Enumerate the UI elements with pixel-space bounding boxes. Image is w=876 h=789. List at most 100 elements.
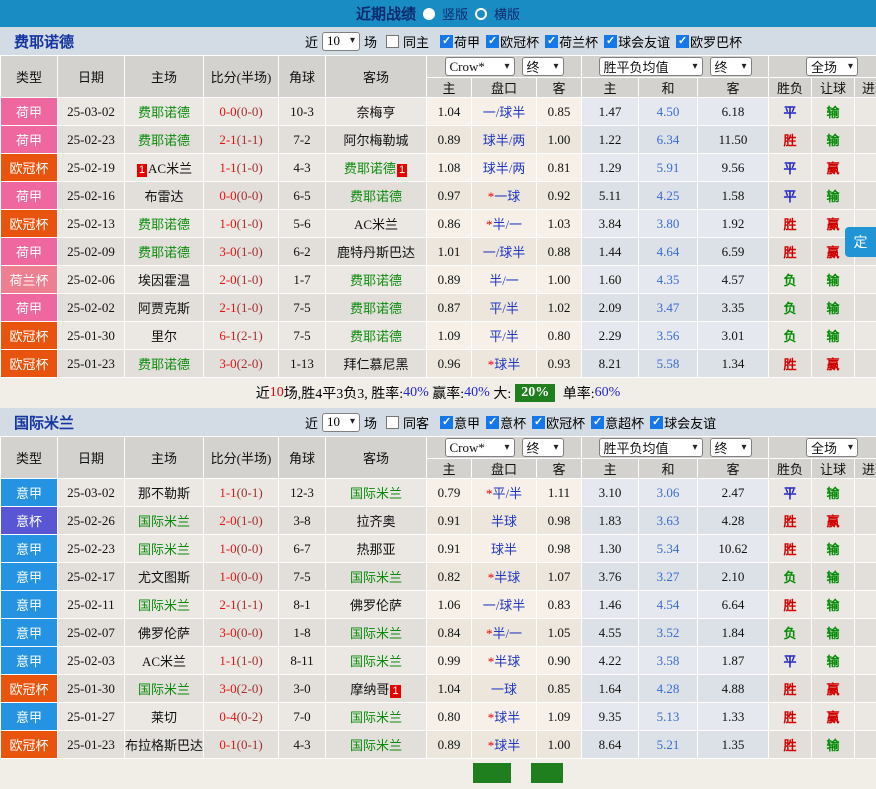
same-venue-filter[interactable]: 同主 bbox=[386, 32, 429, 51]
home-team-name[interactable]: AC米兰 bbox=[142, 654, 186, 669]
mean-type-select[interactable]: 胜平负均值▾ bbox=[599, 57, 703, 76]
home-team-name[interactable]: 尤文图斯 bbox=[138, 570, 190, 585]
league-filter[interactable]: ✓欧罗巴杯 bbox=[676, 32, 742, 51]
away-team-name[interactable]: 国际米兰 bbox=[350, 626, 402, 641]
league-checkbox[interactable]: ✓ bbox=[650, 416, 663, 429]
league-filter[interactable]: ✓意超杯 bbox=[591, 413, 644, 432]
away-team-name[interactable]: 热那亚 bbox=[356, 542, 395, 557]
scope-select[interactable]: 全场▾ bbox=[806, 57, 858, 76]
league-filter[interactable]: ✓意杯 bbox=[486, 413, 526, 432]
mean-home-cell: 1.47 bbox=[582, 98, 638, 125]
home-team-name[interactable]: 费耶诺德 bbox=[138, 357, 190, 372]
away-team-name[interactable]: 拜仁慕尼黑 bbox=[343, 357, 408, 372]
col-header: 主场 bbox=[125, 56, 203, 97]
scope-select[interactable]: 全场▾ bbox=[806, 438, 858, 457]
league-checkbox[interactable]: ✓ bbox=[486, 35, 499, 48]
league-checkbox[interactable]: ✓ bbox=[440, 35, 453, 48]
home-team-name[interactable]: 费耶诺德 bbox=[138, 105, 190, 120]
away-team-name[interactable]: 费耶诺德 bbox=[350, 329, 402, 344]
league-checkbox[interactable]: ✓ bbox=[676, 35, 689, 48]
odds-time-select[interactable]: 终▾ bbox=[522, 57, 564, 76]
away-team-name[interactable]: 拉齐奥 bbox=[356, 514, 395, 529]
odds-selects-cell: Crow*▾ 终▾ bbox=[427, 437, 581, 458]
away-team-name[interactable]: 摩纳哥 bbox=[350, 682, 389, 697]
home-team-cell: 布雷达 bbox=[125, 182, 203, 209]
section-header: 费耶诺德近10▾场同主✓荷甲✓欧冠杯✓荷兰杯✓球会友谊✓欧罗巴杯 bbox=[0, 27, 876, 55]
league-filter-label: 意超杯 bbox=[605, 413, 644, 432]
league-filter[interactable]: ✓球会友谊 bbox=[650, 413, 716, 432]
mean-time-select[interactable]: 终▾ bbox=[710, 57, 752, 76]
match-count-select[interactable]: 10▾ bbox=[322, 32, 360, 51]
away-team-name[interactable]: 费耶诺德 bbox=[350, 189, 402, 204]
away-team-name[interactable]: 鹿特丹斯巴达 bbox=[337, 245, 415, 260]
same-venue-label: 同客 bbox=[403, 413, 429, 432]
odds-home-cell: 0.89 bbox=[427, 731, 471, 758]
away-team-name[interactable]: 奈梅亨 bbox=[356, 105, 395, 120]
date-cell: 25-02-16 bbox=[58, 182, 124, 209]
mean-draw-value: 4.54 bbox=[657, 597, 680, 612]
away-team-name[interactable]: 国际米兰 bbox=[350, 738, 402, 753]
league-checkbox[interactable]: ✓ bbox=[591, 416, 604, 429]
same-venue-checkbox[interactable] bbox=[386, 35, 399, 48]
mean-away-cell: 1.92 bbox=[698, 210, 768, 237]
home-team-name[interactable]: 莱切 bbox=[151, 710, 177, 725]
home-team-cell: 国际米兰 bbox=[125, 535, 203, 562]
league-filter[interactable]: ✓欧冠杯 bbox=[486, 32, 539, 51]
radio-vertical-layout[interactable] bbox=[423, 8, 435, 20]
league-filter[interactable]: ✓荷甲 bbox=[440, 32, 480, 51]
home-team-name[interactable]: AC米兰 bbox=[148, 161, 192, 176]
league-checkbox[interactable]: ✓ bbox=[545, 35, 558, 48]
away-team-name[interactable]: 国际米兰 bbox=[350, 570, 402, 585]
mean-time-select[interactable]: 终▾ bbox=[710, 438, 752, 457]
league-filter[interactable]: ✓球会友谊 bbox=[604, 32, 670, 51]
handicap-result-cell: 输 bbox=[812, 591, 854, 618]
away-team-name[interactable]: 费耶诺德 bbox=[350, 273, 402, 288]
same-venue-checkbox[interactable] bbox=[386, 416, 399, 429]
away-team-name[interactable]: 费耶诺德 bbox=[350, 301, 402, 316]
matches-table: 类型日期主场比分(半场)角球客场Crow*▾终▾胜平负均值▾终▾全场▾主盘口客主… bbox=[0, 436, 876, 759]
chevron-down-icon: ▾ bbox=[692, 443, 697, 453]
home-team-name[interactable]: 国际米兰 bbox=[138, 542, 190, 557]
odds-company-select[interactable]: Crow*▾ bbox=[445, 57, 515, 76]
away-team-name[interactable]: 费耶诺德 bbox=[344, 161, 396, 176]
league-filter[interactable]: ✓欧冠杯 bbox=[532, 413, 585, 432]
home-team-name[interactable]: 国际米兰 bbox=[138, 682, 190, 697]
home-team-name[interactable]: 布雷达 bbox=[144, 189, 183, 204]
col-header: 和 bbox=[639, 78, 697, 97]
league-checkbox[interactable]: ✓ bbox=[604, 35, 617, 48]
league-checkbox[interactable]: ✓ bbox=[486, 416, 499, 429]
home-team-name[interactable]: 国际米兰 bbox=[138, 598, 190, 613]
home-team-name[interactable]: 费耶诺德 bbox=[138, 217, 190, 232]
odds-company-select[interactable]: Crow*▾ bbox=[445, 438, 515, 457]
home-team-name[interactable]: 埃因霍温 bbox=[138, 273, 190, 288]
customize-side-tab[interactable]: 定 bbox=[845, 227, 876, 257]
league-checkbox[interactable]: ✓ bbox=[532, 416, 545, 429]
league-filter[interactable]: ✓意甲 bbox=[440, 413, 480, 432]
radio-horizontal-layout[interactable] bbox=[475, 8, 487, 20]
match-count-select[interactable]: 10▾ bbox=[322, 413, 360, 432]
away-team-name[interactable]: 阿尔梅勒城 bbox=[343, 133, 408, 148]
mean-draw-cell: 4.50 bbox=[639, 98, 697, 125]
home-team-name[interactable]: 费耶诺德 bbox=[138, 133, 190, 148]
home-team-name[interactable]: 里尔 bbox=[151, 329, 177, 344]
league-checkbox[interactable]: ✓ bbox=[440, 416, 453, 429]
league-cell: 欧冠杯 bbox=[1, 675, 57, 702]
home-team-name[interactable]: 那不勒斯 bbox=[138, 486, 190, 501]
home-team-name[interactable]: 国际米兰 bbox=[138, 514, 190, 529]
radio-horizontal-label[interactable]: 横版 bbox=[494, 4, 520, 23]
away-team-name[interactable]: 国际米兰 bbox=[350, 486, 402, 501]
home-team-name[interactable]: 阿贾克斯 bbox=[138, 301, 190, 316]
home-team-name[interactable]: 布拉格斯巴达 bbox=[125, 738, 203, 753]
mean-type-select[interactable]: 胜平负均值▾ bbox=[599, 438, 703, 457]
odds-time-select[interactable]: 终▾ bbox=[522, 438, 564, 457]
home-team-name[interactable]: 费耶诺德 bbox=[138, 245, 190, 260]
radio-vertical-label[interactable]: 竖版 bbox=[442, 4, 468, 23]
mean-home-cell: 2.29 bbox=[582, 322, 638, 349]
away-team-name[interactable]: 国际米兰 bbox=[350, 710, 402, 725]
away-team-name[interactable]: 佛罗伦萨 bbox=[350, 598, 402, 613]
league-filter[interactable]: ✓荷兰杯 bbox=[545, 32, 598, 51]
away-team-name[interactable]: AC米兰 bbox=[354, 217, 398, 232]
away-team-name[interactable]: 国际米兰 bbox=[350, 654, 402, 669]
same-venue-filter[interactable]: 同客 bbox=[386, 413, 429, 432]
home-team-name[interactable]: 佛罗伦萨 bbox=[138, 626, 190, 641]
